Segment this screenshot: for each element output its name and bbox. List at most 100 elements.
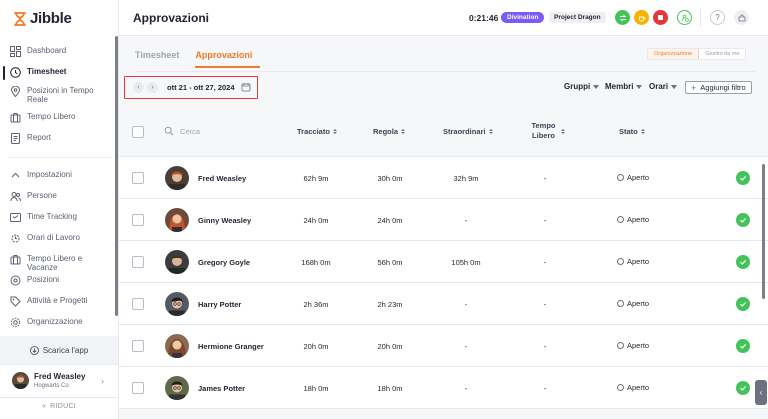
member-name[interactable]: Hermione Granger xyxy=(198,342,264,351)
approve-button[interactable] xyxy=(736,171,750,185)
stop-icon xyxy=(658,15,663,20)
column-header-time-off[interactable]: Tempo Libero xyxy=(529,121,565,141)
download-icon xyxy=(29,345,39,355)
sort-icon xyxy=(488,129,493,134)
column-label: Tracciato xyxy=(297,127,330,136)
sidebar-item-report[interactable]: Report xyxy=(10,133,114,144)
view-organization-button[interactable]: Organizzazione xyxy=(648,49,700,59)
table-row[interactable]: Gregory Goyle 168h 0m 56h 0m 105h 0m - A… xyxy=(119,241,768,283)
sidebar-item-work-schedules[interactable]: Orari di Lavoro xyxy=(10,233,114,244)
member-name[interactable]: Ginny Weasley xyxy=(198,216,251,225)
table-row[interactable]: Harry Potter 2h 36m 2h 23m - - Aperto xyxy=(119,283,768,325)
time-off-value: - xyxy=(543,174,547,183)
break-button[interactable] xyxy=(634,10,649,25)
tab-approvals[interactable]: Approvazioni xyxy=(195,50,261,68)
row-checkbox[interactable] xyxy=(132,298,144,310)
collapse-sidebar-button[interactable]: « RIDUCI xyxy=(0,397,118,415)
side-panel-toggle[interactable]: ‹ xyxy=(755,380,767,405)
row-checkbox[interactable] xyxy=(132,256,144,268)
approve-button[interactable] xyxy=(736,381,750,395)
member-name[interactable]: Gregory Goyle xyxy=(198,258,250,267)
select-all-checkbox[interactable] xyxy=(132,126,144,138)
member-name[interactable]: James Potter xyxy=(198,384,245,393)
sidebar-item-organization[interactable]: Organizzazione xyxy=(10,317,114,328)
avatar xyxy=(165,166,189,190)
luggage-icon xyxy=(10,113,21,123)
date-range-label[interactable]: ott 21 - ott 27, 2024 xyxy=(167,83,235,92)
chevron-left-icon: ‹ xyxy=(137,84,140,91)
checkmark-icon xyxy=(740,175,747,181)
search-icon xyxy=(164,126,174,136)
tracked-value: 2h 36m xyxy=(303,300,329,309)
switch-activity-button[interactable] xyxy=(615,10,630,25)
sidebar-item-dashboard[interactable]: Dashboard xyxy=(10,46,114,57)
member-name[interactable]: Fred Weasley xyxy=(198,174,246,183)
view-toggle: Organizzazione Gestito da me xyxy=(647,48,747,60)
column-header-overtime[interactable]: Straordinari xyxy=(443,127,493,136)
previous-week-button[interactable]: ‹ xyxy=(133,82,144,93)
caret-down-icon xyxy=(636,84,643,89)
tag-icon xyxy=(10,296,21,307)
activity-chip[interactable]: Divination xyxy=(501,12,545,23)
table-row[interactable]: Fred Weasley 62h 9m 30h 0m 32h 9m - Aper… xyxy=(119,157,768,199)
user-profile[interactable]: Fred Weasley Hogwarts Co › xyxy=(0,364,118,396)
row-checkbox[interactable] xyxy=(132,214,144,226)
download-app-button[interactable]: Scarica l'app xyxy=(0,336,118,364)
overtime-value: - xyxy=(464,342,468,351)
approve-button[interactable] xyxy=(736,255,750,269)
sidebar-item-label: Time Tracking xyxy=(27,212,77,221)
members-filter[interactable]: Membri xyxy=(605,82,643,91)
project-chip[interactable]: Project Dragon xyxy=(549,12,606,23)
sidebar-item-time-off[interactable]: Tempo Libero xyxy=(10,112,114,123)
sidebar-item-time-tracking[interactable]: Time Tracking xyxy=(10,212,114,223)
sidebar-item-time-off-holidays[interactable]: Tempo Libero e Vacanze xyxy=(10,254,114,272)
integrations-button[interactable] xyxy=(734,10,749,25)
column-header-regular[interactable]: Regola xyxy=(373,127,406,136)
column-header-status[interactable]: Stato xyxy=(619,127,645,136)
add-filter-button[interactable]: + Aggiungi filtro xyxy=(685,81,752,94)
approve-button[interactable] xyxy=(736,297,750,311)
add-filter-label: Aggiungi filtro xyxy=(700,83,746,92)
checkmark-icon xyxy=(740,343,747,349)
overtime-value: - xyxy=(464,216,468,225)
next-week-button[interactable]: › xyxy=(147,82,158,93)
regular-value: 30h 0m xyxy=(377,174,403,183)
member-name[interactable]: Harry Potter xyxy=(198,300,241,309)
luggage-icon xyxy=(10,255,21,265)
row-checkbox[interactable] xyxy=(132,382,144,394)
jibble-logo[interactable]: Jibble xyxy=(14,10,72,27)
groups-filter[interactable]: Gruppi xyxy=(564,82,600,91)
sidebar-item-live-locations[interactable]: Posizioni in Tempo Reale xyxy=(10,86,114,104)
row-checkbox[interactable] xyxy=(132,340,144,352)
sidebar-item-label: Posizioni in Tempo Reale xyxy=(27,86,94,104)
approve-button[interactable] xyxy=(736,213,750,227)
view-managed-by-me-button[interactable]: Gestito da me xyxy=(699,49,746,59)
table-scrollbar[interactable] xyxy=(762,164,765,299)
sidebar-item-people[interactable]: Persone xyxy=(10,191,114,202)
table-row[interactable]: Hermione Granger 20h 0m 20h 0m - - Apert… xyxy=(119,325,768,367)
time-off-value: - xyxy=(543,342,547,351)
sidebar-item-locations[interactable]: Posizioni xyxy=(10,275,114,286)
calendar-icon[interactable] xyxy=(241,82,251,92)
sort-icon xyxy=(332,129,337,134)
help-button[interactable]: ? xyxy=(710,10,725,25)
date-range-picker[interactable]: ‹ › ott 21 - ott 27, 2024 xyxy=(124,76,258,99)
sidebar-item-timesheet[interactable]: Timesheet xyxy=(10,67,114,78)
table-row[interactable]: Ginny Weasley 24h 0m 24h 0m - - Aperto xyxy=(119,199,768,241)
sidebar-scrollbar[interactable] xyxy=(115,36,118,316)
schedules-filter[interactable]: Orari xyxy=(649,82,678,91)
search-input[interactable]: Cerca xyxy=(180,127,200,136)
groups-filter-label: Gruppi xyxy=(564,82,591,91)
table-row[interactable]: James Potter 18h 0m 18h 0m - - Aperto xyxy=(119,367,768,409)
dashboard-icon xyxy=(10,46,21,57)
gear-icon xyxy=(10,317,21,328)
sidebar-item-activities-projects[interactable]: Attività e Progetti xyxy=(10,296,114,307)
column-header-tracked[interactable]: Tracciato xyxy=(297,127,337,136)
stop-timer-button[interactable] xyxy=(653,10,668,25)
sidebar-item-settings[interactable]: Impostazioni xyxy=(10,170,114,181)
clock-status-button[interactable] xyxy=(677,10,692,25)
tab-timesheet[interactable]: Timesheet xyxy=(135,50,187,68)
approve-button[interactable] xyxy=(736,339,750,353)
row-checkbox[interactable] xyxy=(132,172,144,184)
time-off-value: - xyxy=(543,258,547,267)
